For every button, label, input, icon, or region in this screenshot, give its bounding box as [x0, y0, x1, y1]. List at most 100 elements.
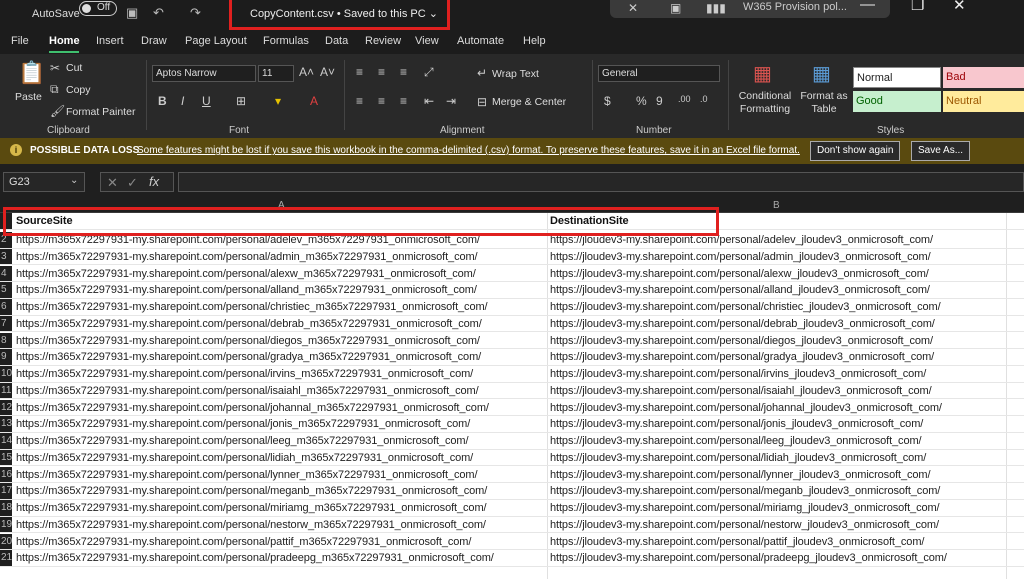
source-site-cell[interactable]: https://m365x72297931-my.sharepoint.com/… — [16, 536, 471, 548]
row-number[interactable]: 13 — [0, 416, 12, 432]
restore-icon[interactable]: ❐ — [911, 0, 924, 14]
row-number[interactable]: 14 — [0, 433, 12, 449]
autosave-toggle[interactable]: Off — [79, 1, 117, 16]
save-as-button[interactable]: Save As... — [911, 141, 971, 161]
merge-center-button[interactable]: Merge & Center — [492, 96, 566, 108]
source-site-cell[interactable]: https://m365x72297931-my.sharepoint.com/… — [16, 502, 487, 514]
table-row[interactable]: 16 https://m365x72297931-my.sharepoint.co… — [0, 466, 1024, 484]
redo-icon[interactable]: ↷ — [190, 5, 201, 21]
format-as-table-button[interactable]: Format as Table — [800, 90, 848, 116]
destination-site-cell[interactable]: https://jloudev3-my.sharepoint.com/perso… — [550, 318, 935, 330]
copy-button[interactable]: Copy — [66, 84, 91, 96]
menu-file[interactable]: File — [11, 35, 29, 47]
destination-site-cell[interactable]: https://jloudev3-my.sharepoint.com/perso… — [550, 418, 923, 430]
table-row[interactable]: 19 https://m365x72297931-my.sharepoint.co… — [0, 516, 1024, 534]
destination-site-cell[interactable]: https://jloudev3-my.sharepoint.com/perso… — [550, 469, 931, 481]
source-site-cell[interactable]: https://m365x72297931-my.sharepoint.com/… — [16, 435, 469, 447]
italic-icon[interactable]: I — [181, 94, 184, 108]
destination-site-cell[interactable]: https://jloudev3-my.sharepoint.com/perso… — [550, 284, 930, 296]
row-number[interactable]: 18 — [0, 500, 12, 516]
source-site-cell[interactable]: https://m365x72297931-my.sharepoint.com/… — [16, 469, 478, 481]
menu-insert[interactable]: Insert — [96, 35, 124, 47]
table-row[interactable]: 8 https://m365x72297931-my.sharepoint.com… — [0, 332, 1024, 350]
align-top-icon[interactable]: ≡ — [356, 65, 363, 79]
fill-color-icon[interactable]: ▾ — [275, 94, 281, 108]
destination-site-cell[interactable]: https://jloudev3-my.sharepoint.com/perso… — [550, 301, 941, 313]
bold-icon[interactable]: B — [158, 94, 167, 108]
row-number[interactable]: 21 — [0, 550, 12, 566]
table-row[interactable]: 12 https://m365x72297931-my.sharepoint.co… — [0, 399, 1024, 417]
align-left-icon[interactable]: ≡ — [356, 94, 363, 108]
row-number[interactable]: 20 — [0, 533, 12, 550]
dont-show-again-button[interactable]: Don't show again — [810, 141, 901, 161]
decrease-decimal-icon[interactable]: .0 — [700, 94, 708, 104]
row-number[interactable]: 4 — [0, 265, 12, 282]
style-normal[interactable]: Normal — [853, 67, 941, 88]
row-number[interactable]: 3 — [0, 248, 12, 265]
row-number[interactable]: 17 — [0, 483, 12, 499]
align-center-icon[interactable]: ≡ — [378, 94, 385, 108]
table-row[interactable]: 20 https://m365x72297931-my.sharepoint.co… — [0, 533, 1024, 551]
comma-icon[interactable]: 9 — [656, 94, 663, 108]
style-neutral[interactable]: Neutral — [943, 91, 1024, 112]
table-row[interactable]: 21 https://m365x72297931-my.sharepoint.co… — [0, 550, 1024, 567]
close-icon[interactable]: ✕ — [953, 0, 966, 14]
formula-input[interactable] — [178, 172, 1024, 192]
row-number[interactable]: 8 — [0, 332, 12, 349]
row-number[interactable]: 11 — [0, 382, 12, 399]
row-number[interactable]: 12 — [0, 399, 12, 416]
table-row[interactable]: 7 https://m365x72297931-my.sharepoint.com… — [0, 315, 1024, 333]
currency-icon[interactable]: $ — [604, 94, 611, 108]
row-number[interactable]: 9 — [0, 349, 12, 365]
undo-icon[interactable]: ↶ — [153, 5, 164, 21]
borders-icon[interactable]: ⊞ — [236, 94, 246, 108]
align-bottom-icon[interactable]: ≡ — [400, 65, 407, 79]
destination-site-cell[interactable]: https://jloudev3-my.sharepoint.com/perso… — [550, 368, 926, 380]
source-site-cell[interactable]: https://m365x72297931-my.sharepoint.com/… — [16, 284, 477, 296]
destination-site-cell[interactable]: https://jloudev3-my.sharepoint.com/perso… — [550, 435, 922, 447]
table-row[interactable]: 6 https://m365x72297931-my.sharepoint.com… — [0, 299, 1024, 316]
source-site-cell[interactable]: https://m365x72297931-my.sharepoint.com/… — [16, 452, 473, 464]
cancel-icon[interactable]: ✕ — [107, 175, 118, 191]
menu-formulas[interactable]: Formulas — [263, 35, 309, 47]
save-icon[interactable]: ▣ — [126, 5, 138, 21]
menu-draw[interactable]: Draw — [141, 35, 167, 47]
row-number[interactable]: 15 — [0, 449, 12, 466]
source-site-cell[interactable]: https://m365x72297931-my.sharepoint.com/… — [16, 268, 476, 280]
source-site-cell[interactable]: https://m365x72297931-my.sharepoint.com/… — [16, 402, 489, 414]
fx-icon[interactable]: fx — [149, 174, 159, 189]
data-loss-link[interactable]: Some features might be lost if you save … — [137, 145, 800, 156]
menu-view[interactable]: View — [415, 35, 439, 47]
enter-icon[interactable]: ✓ — [127, 175, 138, 191]
destination-site-cell[interactable]: https://jloudev3-my.sharepoint.com/perso… — [550, 251, 931, 263]
align-right-icon[interactable]: ≡ — [400, 94, 407, 108]
table-row[interactable]: 17 https://m365x72297931-my.sharepoint.co… — [0, 483, 1024, 500]
menu-home[interactable]: Home — [49, 35, 80, 47]
table-row[interactable]: 10 https://m365x72297931-my.sharepoint.co… — [0, 366, 1024, 383]
destination-site-cell[interactable]: https://jloudev3-my.sharepoint.com/perso… — [550, 536, 924, 548]
document-title[interactable]: CopyContent.csv • Saved to this PC ⌄ — [229, 0, 450, 30]
conditional-formatting-button[interactable]: Conditional Formatting — [733, 90, 797, 116]
table-row[interactable]: 3 https://m365x72297931-my.sharepoint.com… — [0, 248, 1024, 266]
table-row[interactable]: 15 https://m365x72297931-my.sharepoint.co… — [0, 449, 1024, 467]
window-icon[interactable]: ▣ — [670, 1, 681, 15]
paste-icon[interactable]: 📋 — [18, 60, 45, 86]
increase-decimal-icon[interactable]: .00 — [678, 94, 691, 104]
destination-site-cell[interactable]: https://jloudev3-my.sharepoint.com/perso… — [550, 351, 934, 363]
wrap-text-button[interactable]: Wrap Text — [492, 68, 539, 80]
orientation-icon[interactable]: ⤢ — [424, 65, 434, 80]
row-number[interactable]: 10 — [0, 366, 12, 382]
underline-icon[interactable]: U — [202, 94, 211, 108]
outdent-icon[interactable]: ⇥ — [446, 94, 456, 108]
font-family-select[interactable]: Aptos Narrow — [152, 65, 256, 82]
destination-site-cell[interactable]: https://jloudev3-my.sharepoint.com/perso… — [550, 485, 940, 497]
row-number[interactable]: 16 — [0, 466, 12, 483]
table-row[interactable]: 4 https://m365x72297931-my.sharepoint.com… — [0, 265, 1024, 283]
row-number[interactable]: 6 — [0, 299, 12, 315]
menu-review[interactable]: Review — [365, 35, 401, 47]
font-size-select[interactable]: 11 — [258, 65, 294, 82]
destination-site-cell[interactable]: https://jloudev3-my.sharepoint.com/perso… — [550, 452, 926, 464]
shrink-font-icon[interactable]: A˅ — [320, 65, 335, 79]
pen-icon[interactable]: ✕ — [628, 1, 638, 15]
destination-site-cell[interactable]: https://jloudev3-my.sharepoint.com/perso… — [550, 402, 942, 414]
